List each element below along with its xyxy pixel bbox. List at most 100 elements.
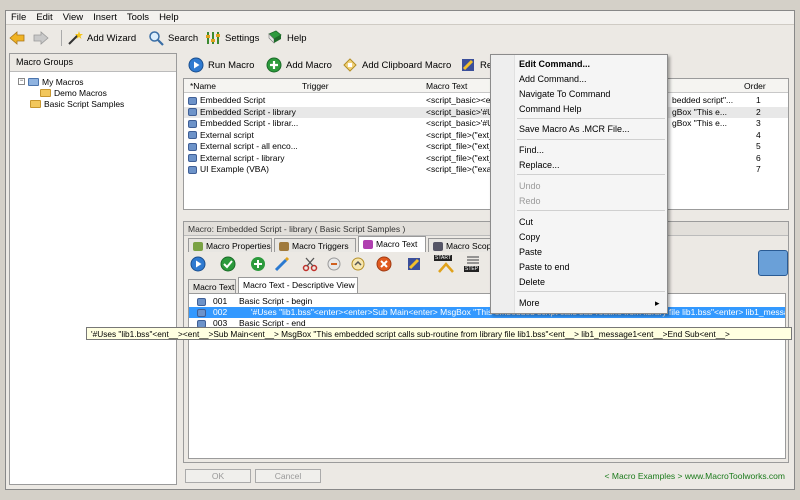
macro-cube-icon: [188, 96, 197, 105]
folder-icon: [40, 88, 51, 97]
macro-groups-pane: Macro Groups − My Macros Demo Macros Bas…: [9, 53, 177, 485]
menu-item-save-macro-as-mcr[interactable]: Save Macro As .MCR File...: [519, 124, 630, 134]
menu-separator: [517, 118, 665, 119]
add-macro-button[interactable]: Add Macro: [266, 56, 332, 74]
delete-icon[interactable]: [376, 256, 392, 272]
table-row[interactable]: External script <script_file>("ext_s 4: [184, 130, 788, 142]
menu-item-cut[interactable]: Cut: [519, 217, 533, 227]
add-command-icon[interactable]: [250, 256, 266, 272]
play-icon[interactable]: [190, 256, 206, 272]
column-header-trigger[interactable]: Trigger: [302, 81, 329, 91]
tab-macro-scope[interactable]: Macro Scope: [428, 238, 498, 252]
cut-icon[interactable]: [302, 256, 318, 272]
menu-item-command-help[interactable]: Command Help: [519, 104, 582, 114]
menu-item-add-command[interactable]: Add Command...: [519, 74, 587, 84]
menu-item-copy[interactable]: Copy: [519, 232, 540, 242]
macro-text-toolbar: START STEP: [186, 254, 786, 276]
tab-label: Macro Text: [376, 239, 418, 249]
column-header-name[interactable]: *Name: [190, 81, 216, 91]
row-name-text: UI Example (VBA): [200, 164, 269, 174]
row-macro-text: <script_file>("ext_s: [426, 152, 498, 163]
table-row[interactable]: External script - all enco... <script_fi…: [184, 141, 788, 153]
table-row[interactable]: Embedded Script - library <script_basic>…: [184, 106, 788, 118]
menu-item-navigate-to-command[interactable]: Navigate To Command: [519, 89, 610, 99]
menu-item-replace[interactable]: Replace...: [519, 160, 560, 170]
step-debug-icon: [467, 256, 479, 264]
menu-item-redo[interactable]: Redo: [519, 196, 541, 206]
record-macro-button[interactable]: Re: [460, 56, 492, 74]
copy-icon[interactable]: [326, 256, 342, 272]
triggers-icon: [279, 242, 289, 252]
run-macro-button[interactable]: Run Macro: [188, 56, 254, 74]
collapse-toggle-icon[interactable]: −: [18, 78, 25, 85]
menu-view[interactable]: View: [58, 11, 88, 24]
view-dropdown-icon[interactable]: [758, 250, 788, 276]
table-row[interactable]: Embedded Script <script_basic><ent bedde…: [184, 95, 788, 107]
ok-button[interactable]: OK: [185, 469, 251, 483]
tab-macro-text[interactable]: Macro Text: [358, 236, 426, 252]
start-debug-button[interactable]: START: [434, 255, 458, 273]
tab-macro-properties[interactable]: Macro Properties: [188, 238, 272, 252]
add-wizard-button[interactable]: Add Wizard: [67, 29, 136, 47]
tree-item-basic-script-samples[interactable]: Basic Script Samples: [18, 98, 176, 109]
record-icon: [462, 59, 474, 71]
forward-button[interactable]: [33, 29, 53, 47]
macro-toolbar: Run Macro Add Macro Add Clipboard Macro …: [180, 53, 792, 77]
column-header-order[interactable]: Order: [744, 81, 766, 91]
back-arrow-icon: [9, 31, 25, 45]
help-button[interactable]: Help: [267, 29, 307, 47]
step-debug-button[interactable]: STEP: [462, 255, 486, 273]
menu-edit[interactable]: Edit: [31, 11, 57, 24]
menu-separator: [517, 139, 665, 140]
menu-file[interactable]: File: [6, 11, 31, 24]
paste-icon[interactable]: [350, 256, 366, 272]
subtab-descriptive-view[interactable]: Macro Text - Descriptive View: [238, 277, 358, 293]
settings-label: Settings: [225, 32, 260, 44]
record-icon[interactable]: [406, 256, 422, 272]
tree-item-my-macros[interactable]: − My Macros: [18, 76, 176, 87]
command-text: Basic Script - begin: [239, 296, 313, 306]
row-name-text: Embedded Script - librar...: [200, 118, 299, 128]
menu-item-find[interactable]: Find...: [519, 145, 544, 155]
macro-examples-link[interactable]: < Macro Examples > www.MacroToolworks.co…: [605, 471, 785, 481]
macro-cube-icon: [188, 165, 197, 174]
table-row[interactable]: UI Example (VBA) <script_file>("exam 7: [184, 164, 788, 176]
command-line-selected[interactable]: 002 '#Uses "lib1.bss"<enter><enter>Sub M…: [189, 307, 785, 318]
tree-item-label: Basic Script Samples: [44, 98, 125, 109]
edit-command-icon[interactable]: [274, 256, 290, 272]
tab-label: Macro Scope: [446, 241, 497, 251]
subtab-macro-text[interactable]: Macro Text: [188, 279, 236, 293]
menu-item-edit-command[interactable]: Edit Command...: [519, 59, 590, 69]
menu-item-undo[interactable]: Undo: [519, 181, 541, 191]
menu-insert[interactable]: Insert: [88, 11, 122, 24]
row-name: Embedded Script: [188, 95, 265, 105]
column-header-macro-text[interactable]: Macro Text: [426, 81, 467, 91]
menu-help[interactable]: Help: [154, 11, 184, 24]
cancel-button[interactable]: Cancel: [255, 469, 321, 483]
properties-icon: [193, 242, 203, 252]
row-order: 4: [756, 129, 761, 140]
add-clipboard-macro-button[interactable]: Add Clipboard Macro: [342, 56, 451, 74]
tree-item-demo-macros[interactable]: Demo Macros: [18, 87, 176, 98]
menu-separator: [517, 174, 665, 175]
table-row[interactable]: Embedded Script - librar... <script_basi…: [184, 118, 788, 130]
row-name-text: External script - library: [200, 152, 285, 163]
back-button[interactable]: [9, 29, 29, 47]
menu-item-paste-to-end[interactable]: Paste to end: [519, 262, 570, 272]
settings-button[interactable]: Settings: [205, 29, 259, 47]
tab-macro-triggers[interactable]: Macro Triggers: [274, 238, 356, 252]
menu-tools[interactable]: Tools: [122, 11, 154, 24]
macro-text-icon: [363, 240, 373, 250]
menu-item-delete[interactable]: Delete: [519, 277, 545, 287]
check-icon[interactable]: [220, 256, 236, 272]
menu-item-more[interactable]: More: [519, 298, 540, 308]
row-order: 3: [756, 118, 761, 128]
search-button[interactable]: Search: [148, 29, 198, 47]
menu-item-paste[interactable]: Paste: [519, 247, 542, 257]
row-macro-text: <script_file>("exam: [426, 164, 499, 174]
table-row[interactable]: External script - library <script_file>(…: [184, 153, 788, 165]
command-cube-icon: [197, 307, 209, 317]
command-line[interactable]: 001 Basic Script - begin: [189, 296, 785, 307]
tree-item-label: Demo Macros: [54, 87, 107, 98]
macro-cube-icon: [188, 108, 197, 117]
